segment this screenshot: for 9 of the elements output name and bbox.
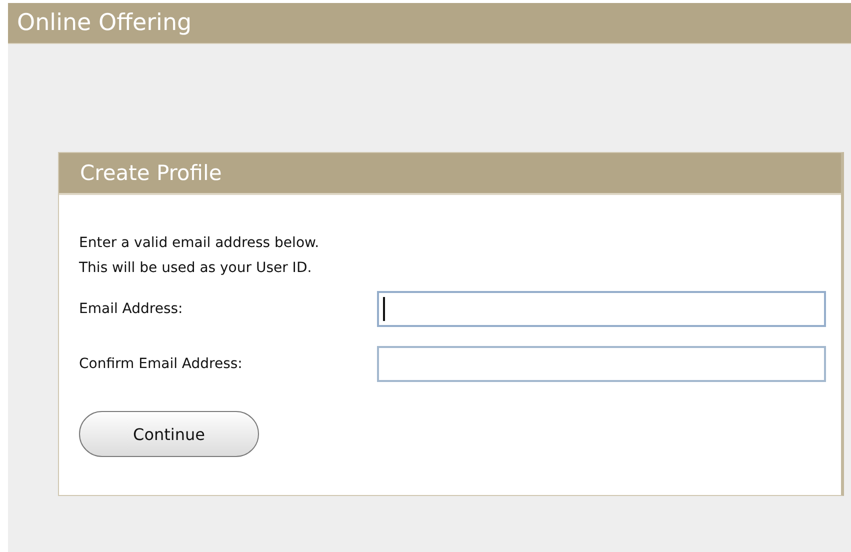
instruction-text: This will be used as your User ID. [79,259,313,278]
email-field[interactable] [377,290,826,326]
panel-title: Create Profile [80,161,222,185]
field-label: Email Address: [79,300,184,316]
page-title: Online Offering [17,10,192,36]
email-field[interactable] [377,346,826,382]
field-label: Confirm Email Address: [79,356,244,372]
instruction-text: Enter a valid email address below. [79,234,320,253]
continue-button[interactable]: Continue [79,411,259,457]
